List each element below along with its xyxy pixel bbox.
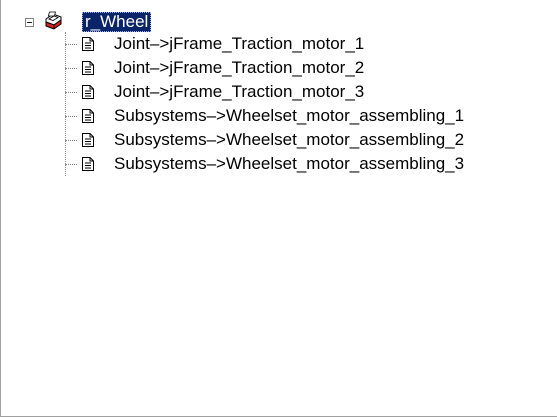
tree-connector: [65, 68, 77, 69]
tree-item[interactable]: Joint–>jFrame_Traction_motor_1: [77, 32, 364, 56]
tree-connector: [65, 164, 77, 165]
collapse-toggle-icon[interactable]: [25, 18, 34, 27]
tree-item[interactable]: Joint–>jFrame_Traction_motor_2: [77, 56, 364, 80]
document-icon: [82, 37, 94, 51]
root-node-label[interactable]: r_Wheel: [82, 12, 152, 32]
tree-item[interactable]: Subsystems–>Wheelset_motor_assembling_2: [77, 128, 464, 152]
tree-connector: [65, 140, 77, 141]
tree-view[interactable]: r_Wheel Joint–>jFrame_Traction_motor_1 J…: [0, 0, 557, 417]
tree-item-label: Subsystems–>Wheelset_motor_assembling_1: [114, 106, 465, 125]
document-icon: [82, 157, 94, 171]
tree-connector: [65, 44, 77, 45]
tree-item[interactable]: Subsystems–>Wheelset_motor_assembling_1: [77, 104, 464, 128]
tree-item-label: Subsystems–>Wheelset_motor_assembling_2: [114, 130, 465, 149]
document-icon: [82, 133, 94, 147]
tree-connector: [65, 92, 77, 93]
tree-item-label: Joint–>jFrame_Traction_motor_1: [114, 34, 365, 53]
printer-assembly-icon[interactable]: [42, 10, 64, 32]
document-icon: [82, 61, 94, 75]
tree-item[interactable]: Joint–>jFrame_Traction_motor_3: [77, 80, 364, 104]
tree-item-label: Subsystems–>Wheelset_motor_assembling_3: [114, 154, 465, 173]
tree-connector: [65, 116, 77, 117]
tree-item[interactable]: Subsystems–>Wheelset_motor_assembling_3: [77, 152, 464, 176]
tree-item-label: Joint–>jFrame_Traction_motor_3: [114, 82, 365, 101]
tree-item-label: Joint–>jFrame_Traction_motor_2: [114, 58, 365, 77]
document-icon: [82, 109, 94, 123]
document-icon: [82, 85, 94, 99]
tree-connector-vertical: [65, 32, 66, 176]
